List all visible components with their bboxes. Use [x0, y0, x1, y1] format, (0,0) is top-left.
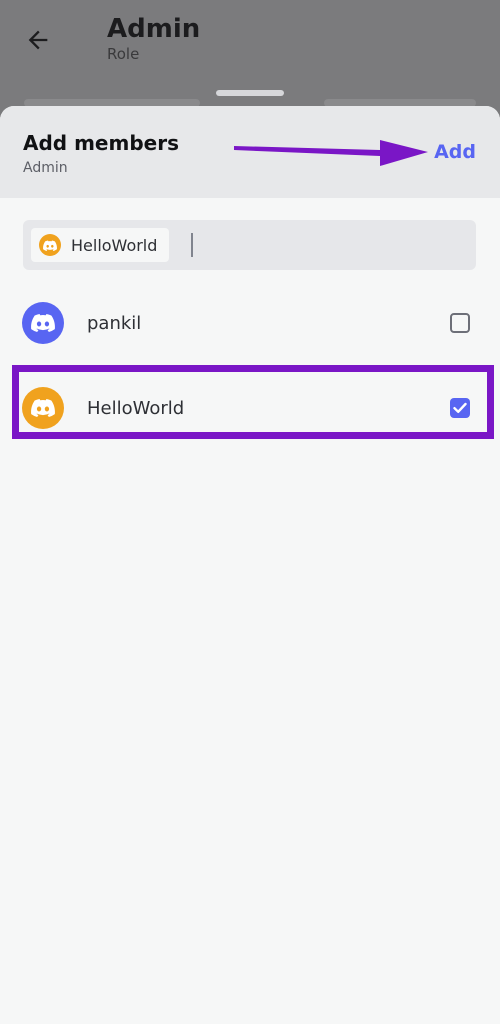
member-name: pankil	[87, 312, 142, 334]
sheet-grab-handle[interactable]	[216, 90, 284, 96]
member-checkbox[interactable]	[450, 313, 470, 333]
text-cursor	[191, 233, 193, 257]
discord-icon	[43, 240, 57, 251]
avatar	[22, 302, 64, 344]
sheet-title: Add members	[23, 131, 179, 155]
selected-member-chip[interactable]: HelloWorld	[31, 228, 170, 262]
sheet-subtitle: Admin	[23, 160, 68, 176]
add-button[interactable]: Add	[434, 141, 476, 163]
member-search-input[interactable]: HelloWorld	[23, 220, 476, 270]
chip-avatar	[39, 234, 61, 256]
annotation-highlight	[12, 365, 494, 439]
discord-icon	[31, 314, 55, 332]
back-arrow-icon[interactable]	[24, 26, 52, 54]
role-title: Admin	[107, 14, 201, 44]
annotation-arrow-icon	[234, 140, 428, 166]
member-row-pankil[interactable]: pankil	[0, 293, 500, 353]
chip-label: HelloWorld	[71, 235, 158, 255]
role-subtitle: Role	[107, 45, 140, 63]
